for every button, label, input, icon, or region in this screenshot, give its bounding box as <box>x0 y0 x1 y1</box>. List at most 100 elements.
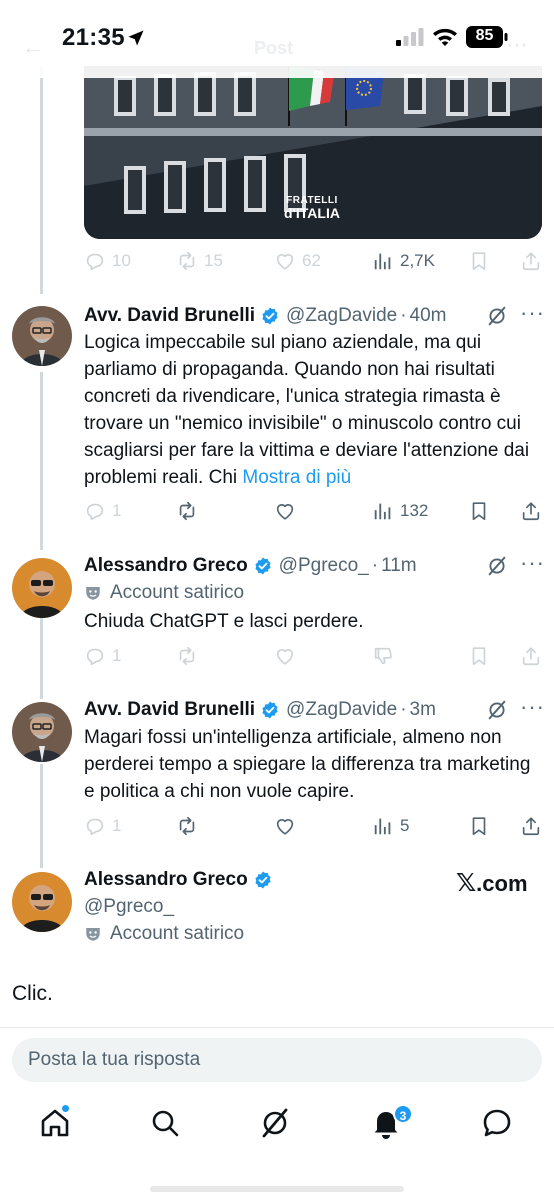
repost-count: 15 <box>204 251 223 270</box>
like-button[interactable] <box>274 811 296 841</box>
back-arrow-icon[interactable]: ← <box>22 34 44 60</box>
post-header: Avv. David Brunelli @ZagDavide · 40m <box>84 302 447 330</box>
like-icon <box>274 645 296 667</box>
show-more-link[interactable]: Mostra di più <box>242 467 351 488</box>
divider <box>0 1027 554 1028</box>
author-name[interactable]: Avv. David Brunelli <box>84 699 255 721</box>
post-time[interactable]: 40m <box>410 305 447 327</box>
author-name[interactable]: Alessandro Greco <box>84 869 248 891</box>
reply-placeholder: Posta la tua risposta <box>28 1049 201 1070</box>
share-button[interactable] <box>520 811 542 841</box>
post-header: Avv. David Brunelli @ZagDavide · 3m <box>84 696 436 724</box>
grok-icon <box>262 1108 288 1138</box>
tab-search[interactable] <box>148 1106 182 1140</box>
avatar[interactable] <box>12 702 72 762</box>
post-actions: 1 132 <box>84 496 544 526</box>
satire-label: Account satirico <box>84 580 244 606</box>
tab-messages[interactable] <box>480 1106 514 1140</box>
bottom-tab-bar <box>0 1096 554 1156</box>
avatar[interactable] <box>12 872 72 932</box>
post-header: Alessandro Greco @Pgreco_ · 11m <box>84 552 417 580</box>
share-button[interactable] <box>520 246 542 276</box>
satire-mask-icon <box>84 584 102 602</box>
grok-icon[interactable] <box>486 699 508 721</box>
post-text: Chiuda ChatGPT e lasci perdere. <box>84 611 364 632</box>
bookmark-button[interactable] <box>468 246 490 276</box>
views-button[interactable]: 2,7K <box>372 246 435 276</box>
x-logo: 𝕏 <box>456 869 477 897</box>
share-button[interactable] <box>520 641 542 671</box>
status-time: 21:35 <box>62 24 125 51</box>
more-icon[interactable]: ··· <box>520 300 545 326</box>
share-icon <box>520 250 542 272</box>
author-handle[interactable]: @ZagDavide <box>286 305 397 327</box>
parent-post-actions: 10 15 62 2,7K <box>84 246 544 276</box>
separator-dot: · <box>371 555 379 576</box>
like-button[interactable] <box>274 641 296 671</box>
repost-button[interactable] <box>176 496 198 526</box>
notifications-badge: 3 <box>393 1104 413 1124</box>
home-indicator[interactable] <box>150 1186 404 1192</box>
reply-icon <box>84 500 106 522</box>
post-image[interactable]: FRATELLI d'ITALIA <box>84 66 542 239</box>
post-actions: 1 <box>84 641 544 671</box>
location-arrow-icon <box>128 30 144 46</box>
messages-icon <box>483 1109 511 1137</box>
reply-button[interactable]: 1 <box>84 496 121 526</box>
dislike-icon <box>372 645 394 667</box>
signal-icon <box>396 28 424 46</box>
battery-icon: 85 <box>466 26 508 48</box>
reply-icon <box>84 250 106 272</box>
reply-button[interactable]: 1 <box>84 811 121 841</box>
repost-icon <box>176 645 198 667</box>
grok-icon[interactable] <box>486 555 508 577</box>
post-body: Logica impeccabile sul piano aziendale, … <box>84 332 530 488</box>
reply-icon <box>84 645 106 667</box>
views-button[interactable]: 132 <box>372 496 428 526</box>
views-button[interactable]: 5 <box>372 811 409 841</box>
verified-icon <box>260 306 280 326</box>
repost-icon <box>176 815 198 837</box>
author-handle[interactable]: @ZagDavide <box>286 699 397 721</box>
repost-button[interactable]: 15 <box>176 246 223 276</box>
grok-icon[interactable] <box>486 305 508 327</box>
repost-button[interactable] <box>176 641 198 671</box>
views-icon <box>372 815 394 837</box>
separator-dot: · <box>400 305 407 326</box>
avatar[interactable] <box>12 306 72 366</box>
like-icon <box>274 815 296 837</box>
more-icon[interactable]: ··· <box>520 694 545 720</box>
avatar[interactable] <box>12 558 72 618</box>
post-time[interactable]: 3m <box>410 699 436 721</box>
like-button[interactable] <box>274 496 296 526</box>
more-icon[interactable]: ··· <box>520 550 545 576</box>
header-more-icon[interactable]: ⋯ <box>506 32 528 58</box>
like-button[interactable]: 62 <box>274 246 321 276</box>
bookmark-button[interactable] <box>468 811 490 841</box>
thread-line <box>40 764 43 868</box>
reply-button[interactable]: 1 <box>84 641 121 671</box>
author-name[interactable]: Avv. David Brunelli <box>84 305 255 327</box>
author-handle[interactable]: @Pgreco_ <box>279 555 369 577</box>
share-icon <box>520 645 542 667</box>
separator-dot: · <box>400 699 407 720</box>
bookmark-button[interactable] <box>468 641 490 671</box>
dislike-button[interactable] <box>372 641 394 671</box>
tab-grok[interactable] <box>258 1106 292 1140</box>
author-handle-row: @Pgreco_ <box>84 893 174 921</box>
repost-button[interactable] <box>176 811 198 841</box>
reply-count: 10 <box>112 251 131 270</box>
author-name[interactable]: Alessandro Greco <box>84 555 248 577</box>
battery-level: 85 <box>475 27 494 44</box>
repost-icon <box>176 250 198 272</box>
reply-input[interactable]: Posta la tua risposta <box>12 1038 542 1082</box>
post-time[interactable]: 11m <box>381 555 417 577</box>
repost-icon <box>176 500 198 522</box>
author-handle[interactable]: @Pgreco_ <box>84 896 174 918</box>
reply-icon <box>84 815 106 837</box>
bookmark-icon <box>468 500 490 522</box>
reply-button[interactable]: 10 <box>84 246 131 276</box>
reply-count: 1 <box>112 646 122 665</box>
bookmark-button[interactable] <box>468 496 490 526</box>
share-button[interactable] <box>520 496 542 526</box>
